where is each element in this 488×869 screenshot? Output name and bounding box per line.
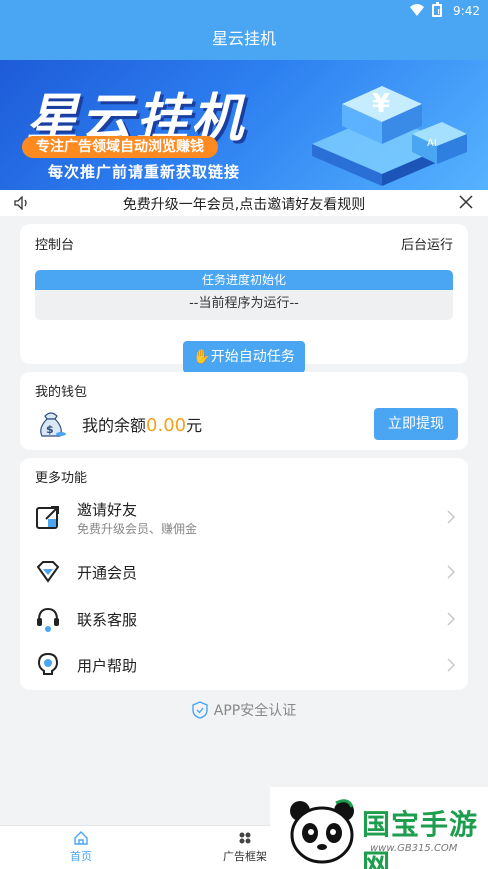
panda-logo-icon — [290, 799, 354, 864]
more-functions-card: 更多功能 邀请好友 免费升级会员、赚佣金 开通会员 联系客服 用户帮助 — [20, 458, 468, 690]
page-title: 星云挂机 — [211, 29, 276, 48]
nav-ad-frame[interactable]: 广告框架 — [215, 830, 275, 864]
balance-amount: 0.00 — [146, 415, 187, 436]
withdraw-button[interactable]: 立即提现 — [374, 408, 458, 440]
running-status-text: --当前程序为运行-- — [189, 296, 299, 311]
wifi-icon — [410, 4, 424, 16]
list-item-support[interactable]: 联系客服 — [20, 597, 468, 641]
isometric-server-illustration: ¥ AI — [312, 86, 467, 186]
svg-text:$: $ — [46, 423, 54, 436]
notice-text[interactable]: 免费升级一年会员,点击邀请好友看规则 — [0, 194, 488, 214]
list-item-vip[interactable]: 开通会员 — [20, 550, 468, 594]
console-title: 控制台 — [35, 238, 75, 253]
vip-diamond-icon — [36, 561, 60, 583]
shield-check-icon — [192, 701, 208, 719]
progress-bar: 任务进度初始化 — [35, 270, 453, 290]
nav-ad-label: 广告框架 — [223, 850, 267, 863]
wallet-title: 我的钱包 — [35, 385, 88, 400]
watermark-url: www.GB315.COM — [370, 843, 458, 854]
console-card: 控制台 后台运行 任务进度初始化 --当前程序为运行-- ✋开始自动任务 — [20, 224, 468, 373]
invite-sub: 免费升级会员、赚佣金 — [77, 522, 198, 536]
banner-subtitle: 每次推广前请重新获取链接 — [48, 163, 241, 181]
balance-display: 我的余额0.00元 — [82, 412, 202, 436]
battery-icon: ! — [432, 2, 442, 17]
nav-home[interactable]: 首页 — [51, 830, 111, 864]
hand-icon: ✋ — [193, 349, 211, 365]
home-icon — [74, 831, 88, 845]
balance-label: 我的余额 — [82, 416, 147, 435]
task-progress: 任务进度初始化 --当前程序为运行-- — [35, 270, 453, 320]
status-bar: ! 9:42 — [0, 0, 488, 22]
list-item-help[interactable]: 用户帮助 — [20, 643, 468, 687]
list-item-invite[interactable]: 邀请好友 免费升级会员、赚佣金 — [20, 495, 468, 539]
security-certification: APP安全认证 — [0, 700, 488, 720]
security-text: APP安全认证 — [213, 703, 297, 719]
chevron-right-icon — [447, 565, 456, 579]
start-button-label: 开始自动任务 — [210, 349, 295, 365]
clock: 9:42 — [453, 4, 480, 18]
chevron-right-icon — [447, 612, 456, 626]
chevron-right-icon — [447, 510, 456, 524]
money-bag-icon: $ — [40, 412, 66, 437]
wallet-card: 我的钱包 $ 我的余额0.00元 立即提现 — [20, 372, 468, 450]
share-icon — [36, 506, 59, 529]
console-status: 后台运行 — [400, 238, 453, 253]
banner-slogan: 专注广告领域自动浏览赚钱 — [22, 136, 218, 158]
svg-text:AI: AI — [427, 138, 437, 149]
promo-banner[interactable]: 星云挂机 专注广告领域自动浏览赚钱 每次推广前请重新获取链接 ¥ AI — [0, 60, 488, 190]
chevron-right-icon — [447, 658, 456, 672]
grid-icon — [239, 832, 251, 844]
svg-text:¥: ¥ — [372, 89, 390, 119]
nav-home-label: 首页 — [70, 850, 92, 863]
vip-label: 开通会员 — [77, 564, 138, 582]
app-bar: 星云挂机 — [0, 22, 488, 60]
support-label: 联系客服 — [77, 611, 138, 629]
balance-unit: 元 — [186, 416, 203, 435]
more-title: 更多功能 — [35, 471, 88, 486]
invite-label: 邀请好友 — [77, 501, 138, 519]
lightbulb-icon — [37, 652, 59, 675]
start-auto-task-button[interactable]: ✋开始自动任务 — [183, 341, 305, 373]
headset-icon — [37, 607, 59, 632]
close-icon[interactable] — [458, 194, 474, 210]
help-label: 用户帮助 — [77, 657, 138, 675]
watermark-text: 国宝手游网 — [362, 808, 479, 869]
notice-bar[interactable]: 免费升级一年会员,点击邀请好友看规则 — [0, 190, 488, 216]
watermark: 国宝手游网 www.GB315.COM — [270, 787, 488, 869]
